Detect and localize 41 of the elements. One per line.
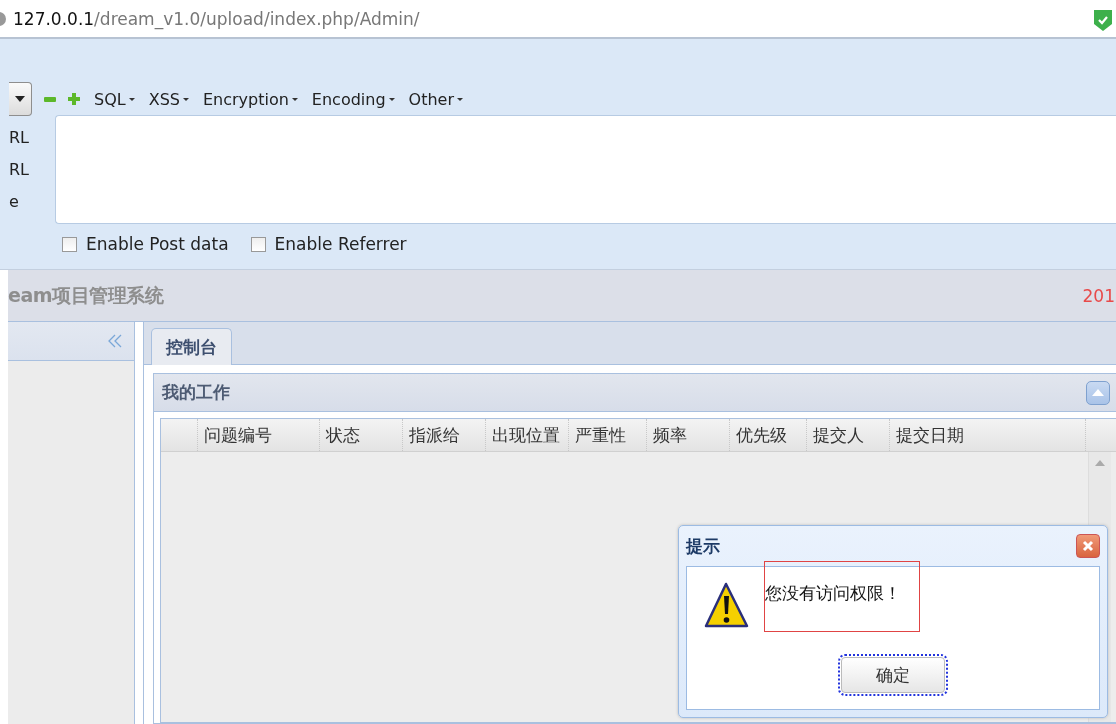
caret-icon	[15, 96, 25, 102]
shield-check-icon	[1094, 10, 1112, 31]
dropdown-button[interactable]	[9, 82, 32, 116]
menu-item[interactable]: SQL	[94, 87, 135, 111]
ok-button[interactable]: 确定	[841, 657, 945, 693]
scroll-up-icon[interactable]	[1095, 460, 1105, 466]
column-header[interactable]: 频率	[653, 423, 687, 447]
dialog-title: 提示	[686, 534, 720, 558]
column-header[interactable]: 提交日期	[896, 423, 964, 447]
menu-item[interactable]: Other	[408, 87, 464, 111]
panel-title: 我的工作	[162, 381, 230, 404]
field-label: e	[9, 192, 20, 212]
close-button[interactable]	[1076, 534, 1100, 558]
header-text: 201	[1082, 285, 1115, 306]
column-header[interactable]: 状态	[326, 423, 360, 447]
plus-icon[interactable]	[68, 93, 80, 105]
url-text[interactable]: 127.0.0.1/dream_v1.0/upload/index.php/Admin/	[13, 8, 420, 29]
close-icon	[1082, 540, 1094, 552]
menu-item[interactable]: Encoding	[311, 87, 395, 111]
collapse-button[interactable]	[1086, 380, 1110, 405]
field-label: RL	[9, 127, 31, 147]
tab[interactable]: 控制台	[151, 328, 232, 365]
column-header[interactable]: 提交人	[813, 423, 864, 447]
url-input-field[interactable]	[55, 115, 1116, 224]
column-header[interactable]: 指派给	[409, 423, 460, 447]
menu-item[interactable]: Encryption	[202, 87, 298, 111]
caret-up-icon	[1092, 389, 1104, 396]
app-title: eam项目管理系统	[8, 282, 163, 308]
checkbox[interactable]	[62, 236, 77, 252]
collapse-left-icon[interactable]	[108, 334, 122, 348]
checkbox-label: Enable Referrer	[274, 234, 407, 254]
field-label: RL	[9, 160, 31, 179]
message-text: 您没有访问权限！	[765, 562, 919, 631]
column-header[interactable]: 严重性	[575, 423, 626, 447]
column-header[interactable]: 优先级	[736, 423, 787, 447]
menu-item[interactable]: XSS	[148, 87, 189, 111]
checkbox-label: Enable Post data	[86, 234, 229, 254]
column-header[interactable]: 出现位置	[492, 423, 560, 447]
column-header[interactable]: 问题编号	[204, 423, 272, 447]
warning-icon	[704, 582, 749, 630]
checkbox[interactable]	[250, 236, 266, 252]
